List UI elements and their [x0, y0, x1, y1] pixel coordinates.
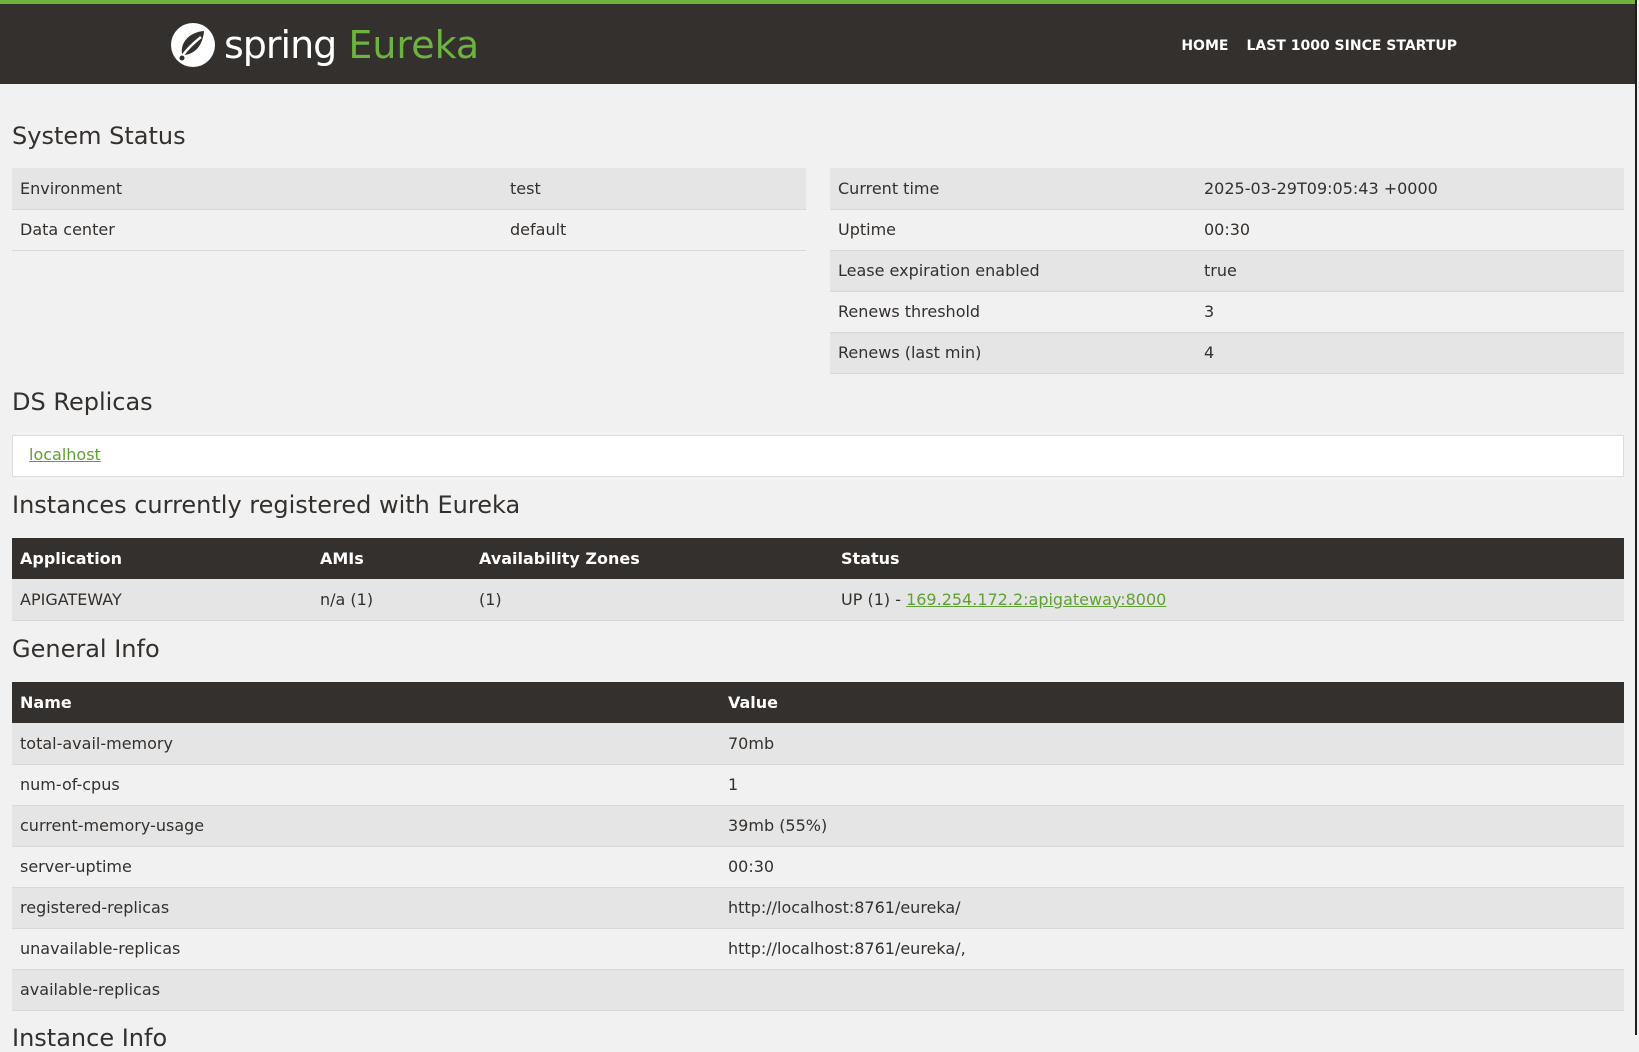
- info-name: current-memory-usage: [12, 805, 720, 847]
- brand-eureka: Eureka: [348, 23, 480, 67]
- table-row: Renews (last min) 4: [830, 332, 1624, 374]
- renews-last-min-label: Renews (last min): [830, 332, 1196, 374]
- table-header-row: Application AMIs Availability Zones Stat…: [12, 538, 1624, 579]
- table-row: num-of-cpus 1: [12, 764, 1624, 806]
- table-row: Lease expiration enabled true: [830, 250, 1624, 292]
- app-zones: (1): [471, 579, 833, 621]
- replica-localhost-link[interactable]: localhost: [29, 445, 101, 464]
- table-row: registered-replicas http://localhost:876…: [12, 887, 1624, 929]
- current-time-label: Current time: [830, 168, 1196, 210]
- general-info-title: General Info: [12, 635, 160, 663]
- table-row: current-memory-usage 39mb (55%): [12, 805, 1624, 847]
- spring-leaf-icon: [171, 23, 215, 67]
- table-header-row: Name Value: [12, 682, 1624, 723]
- info-name: unavailable-replicas: [12, 928, 720, 970]
- env-value: test: [502, 168, 806, 210]
- ds-replicas-title: DS Replicas: [12, 388, 153, 416]
- col-name: Name: [12, 682, 720, 723]
- ds-replicas-list: localhost: [12, 435, 1624, 477]
- current-time-value: 2025-03-29T09:05:43 +0000: [1196, 168, 1624, 210]
- col-value: Value: [720, 682, 1624, 723]
- info-name: total-avail-memory: [12, 723, 720, 765]
- brand-spring: spring: [224, 23, 337, 67]
- info-name: server-uptime: [12, 846, 720, 888]
- uptime-label: Uptime: [830, 209, 1196, 251]
- table-row: available-replicas: [12, 969, 1624, 1011]
- col-status: Status: [833, 538, 1624, 579]
- instance-info-title: Instance Info: [12, 1024, 168, 1052]
- col-amis: AMIs: [312, 538, 471, 579]
- nav-last1000-link[interactable]: LAST 1000 SINCE STARTUP: [1246, 38, 1457, 54]
- app-amis: n/a (1): [312, 579, 471, 621]
- info-value: http://localhost:8761/eureka/: [720, 887, 1624, 929]
- renews-last-min-value: 4: [1196, 332, 1624, 374]
- nav-home-link[interactable]: HOME: [1181, 38, 1228, 54]
- info-name: num-of-cpus: [12, 764, 720, 806]
- table-row: APIGATEWAY n/a (1) (1) UP (1) - 169.254.…: [12, 579, 1624, 621]
- table-row: Uptime 00:30: [830, 209, 1624, 251]
- brand-logo[interactable]: spring Eureka: [170, 22, 479, 68]
- table-row: server-uptime 00:30: [12, 846, 1624, 888]
- table-row: Current time 2025-03-29T09:05:43 +0000: [830, 168, 1624, 210]
- datacenter-label: Data center: [12, 209, 502, 251]
- app-name: APIGATEWAY: [12, 579, 312, 621]
- info-value: 39mb (55%): [720, 805, 1624, 847]
- env-label: Environment: [12, 168, 502, 210]
- app-status: UP (1) - 169.254.172.2:apigateway:8000: [833, 579, 1624, 621]
- nav-menu: HOME LAST 1000 SINCE STARTUP: [1181, 38, 1457, 54]
- table-row: Renews threshold 3: [830, 291, 1624, 333]
- table-row: unavailable-replicas http://localhost:87…: [12, 928, 1624, 970]
- info-value: 70mb: [720, 723, 1624, 765]
- instances-table: Application AMIs Availability Zones Stat…: [12, 538, 1624, 621]
- info-value: 00:30: [720, 846, 1624, 888]
- col-application: Application: [12, 538, 312, 579]
- datacenter-value: default: [502, 209, 806, 251]
- lease-label: Lease expiration enabled: [830, 250, 1196, 292]
- info-name: available-replicas: [12, 969, 720, 1011]
- renews-threshold-label: Renews threshold: [830, 291, 1196, 333]
- general-info-table: Name Value total-avail-memory 70mb num-o…: [12, 682, 1624, 1011]
- system-status-title: System Status: [12, 122, 186, 150]
- top-navbar: spring Eureka HOME LAST 1000 SINCE START…: [0, 0, 1637, 84]
- col-zones: Availability Zones: [471, 538, 833, 579]
- system-status-right-table: Current time 2025-03-29T09:05:43 +0000 U…: [830, 168, 1624, 374]
- renews-threshold-value: 3: [1196, 291, 1624, 333]
- uptime-value: 00:30: [1196, 209, 1624, 251]
- lease-value: true: [1196, 250, 1624, 292]
- table-row: total-avail-memory 70mb: [12, 723, 1624, 765]
- table-row: Data center default: [12, 209, 806, 251]
- status-text: UP (1) -: [841, 589, 907, 609]
- window-edge: [1635, 0, 1637, 1035]
- system-status-left-table: Environment test Data center default: [12, 168, 806, 251]
- info-value: 1: [720, 764, 1624, 806]
- info-value: [720, 969, 1624, 1011]
- info-value: http://localhost:8761/eureka/,: [720, 928, 1624, 970]
- table-row: Environment test: [12, 168, 806, 210]
- instance-link[interactable]: 169.254.172.2:apigateway:8000: [906, 590, 1166, 609]
- instances-title: Instances currently registered with Eure…: [12, 491, 521, 519]
- page: spring Eureka HOME LAST 1000 SINCE START…: [0, 0, 1637, 1052]
- info-name: registered-replicas: [12, 887, 720, 929]
